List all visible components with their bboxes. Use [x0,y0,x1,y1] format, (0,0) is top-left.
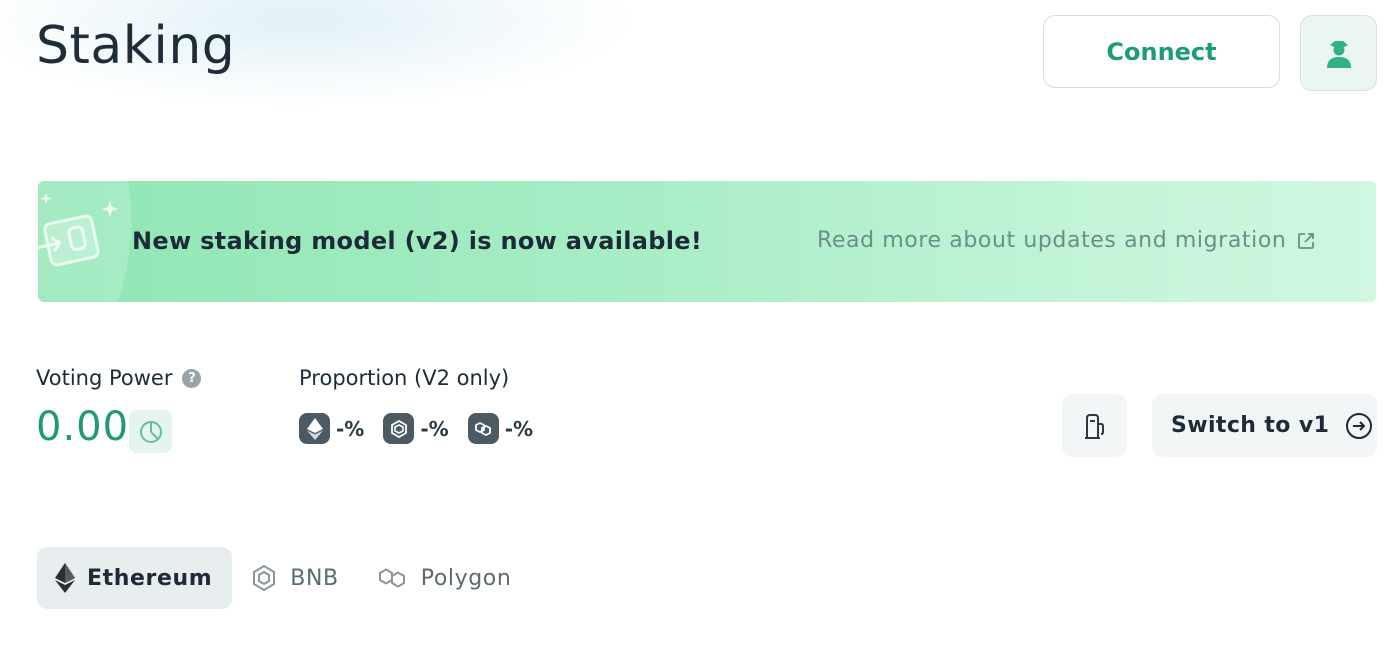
tab-polygon[interactable]: Polygon [359,547,532,609]
bnb-icon [253,564,276,592]
connect-button[interactable]: Connect [1043,15,1280,88]
avatar-icon [1326,41,1351,68]
ethereum-icon [55,563,75,593]
help-icon[interactable]: ? [182,368,202,388]
banner-title: New staking model (v2) is now available! [132,227,703,255]
tab-bnb[interactable]: BNB [232,547,358,609]
pie-chart-icon [139,420,162,443]
proportion-item-polygon: -% [467,413,534,444]
ethereum-icon [299,413,330,444]
arrow-right-circle-icon [1346,412,1373,439]
proportion-item-ethereum: -% [299,413,364,444]
read-more-link-label: Read more about updates and migration [817,228,1287,253]
voting-power-value: 0.00 [36,404,130,450]
proportion-item-bnb: -% [383,413,449,444]
migration-banner: New staking model (v2) is now available!… [38,181,1376,302]
voting-power-label: Voting Power [36,366,173,390]
tab-bnb-label: BNB [290,565,339,591]
polygon-icon [467,413,499,444]
proportion-value-ethereum: -% [336,416,365,441]
profile-button[interactable] [1300,15,1377,91]
tab-ethereum-label: Ethereum [87,565,213,591]
proportion-label: Proportion (V2 only) [299,366,510,390]
page-title: Staking [36,16,236,76]
tab-polygon-label: Polygon [420,565,512,591]
proportion-value-bnb: -% [420,416,449,441]
chain-tabs: Ethereum BNB Polygon [37,547,531,609]
gas-station-button[interactable] [1062,394,1127,457]
proportion-list: -% -% -% [299,413,533,444]
gas-pump-icon [1084,413,1104,439]
voting-power-breakdown-button[interactable] [129,410,172,453]
read-more-link[interactable]: Read more about updates and migration [817,228,1316,253]
proportion-value-polygon: -% [504,416,534,441]
bnb-icon [383,413,415,444]
external-link-icon [1298,232,1315,249]
polygon-icon [378,568,405,588]
voting-power-section: Voting Power ? [36,366,202,390]
tab-ethereum[interactable]: Ethereum [37,547,233,609]
switch-to-v1-button[interactable]: Switch to v1 [1152,394,1377,457]
switch-to-v1-label: Switch to v1 [1171,413,1330,438]
